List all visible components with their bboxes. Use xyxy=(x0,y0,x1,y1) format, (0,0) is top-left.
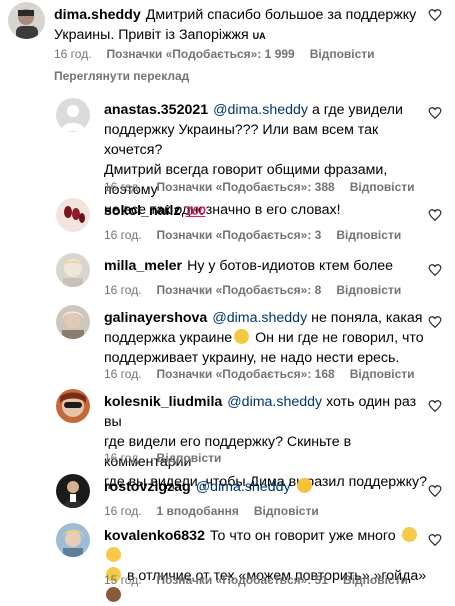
emoji-icon xyxy=(234,329,250,344)
poop-emoji-icon xyxy=(106,587,121,602)
avatar[interactable] xyxy=(8,2,45,39)
username[interactable]: sokol_nailz xyxy=(104,203,180,219)
comment-meta: 16 год. Позначки «Подобається»: 3 Відповіс… xyxy=(104,228,416,242)
reply-button[interactable]: Відповісти xyxy=(350,180,415,194)
comment-text: galinayershova @dima.sheddy не поняла, ка… xyxy=(104,310,424,366)
username[interactable]: anastas.352021 xyxy=(104,102,208,118)
flag-label: UA xyxy=(252,31,266,41)
mention-link[interactable]: @dima.sheddy xyxy=(213,102,308,118)
top-comment: dima.sheddy Дмитрий спасибо большое за по… xyxy=(0,0,455,86)
comment-meta: 15 год. Позначки «Подобається»: 51 Відпові… xyxy=(104,573,423,587)
comment-meta: 16 год. Відповісти xyxy=(104,451,236,465)
like-heart-icon[interactable] xyxy=(428,484,442,498)
mention-link[interactable]: @dima.sheddy xyxy=(212,310,307,326)
comment-text: milla_meler Ну у ботов-идиотов ктем более xyxy=(104,258,394,274)
likes-count[interactable]: Позначки «Подобається»: 3 xyxy=(157,228,322,242)
username[interactable]: milla_meler xyxy=(104,258,182,274)
username[interactable]: kolesnik_liudmila xyxy=(104,394,222,410)
mention-link[interactable]: @dima.sheddy xyxy=(196,479,291,495)
avatar[interactable] xyxy=(56,389,90,423)
avatar[interactable] xyxy=(56,523,90,557)
comment-meta: 16 год. Позначки «Подобається»: 388 Відпов… xyxy=(104,180,430,194)
avatar[interactable] xyxy=(56,474,90,508)
timestamp[interactable]: 16 год. xyxy=(104,228,142,242)
reply-button[interactable]: Відповісти xyxy=(254,504,319,518)
like-heart-icon[interactable] xyxy=(428,533,442,547)
username[interactable]: dima.sheddy xyxy=(54,7,141,23)
reply-button[interactable]: Відповісти xyxy=(157,451,222,465)
timestamp[interactable]: 16 год. xyxy=(104,504,142,518)
likes-count[interactable]: Позначки «Подобається»: 1 999 xyxy=(107,47,295,61)
comment-meta: 16 год. Позначки «Подобається»: 168 Відпов… xyxy=(104,367,430,381)
like-heart-icon[interactable] xyxy=(428,263,442,277)
avatar[interactable] xyxy=(56,198,90,232)
comment-text: dima.sheddy Дмитрий спасибо большое за по… xyxy=(54,7,417,43)
like-heart-icon[interactable] xyxy=(428,315,442,329)
timestamp[interactable]: 16 год. xyxy=(104,367,142,381)
hundred-points-icon: 100 xyxy=(185,204,206,218)
like-heart-icon[interactable] xyxy=(428,399,442,413)
laughing-emoji-icon xyxy=(296,478,312,493)
likes-count[interactable]: Позначки «Подобається»: 51 xyxy=(157,573,328,587)
reply-button[interactable]: Відповісти xyxy=(350,367,415,381)
username[interactable]: rostovzigzag xyxy=(104,479,191,495)
translate-link[interactable]: Переглянути переклад xyxy=(54,69,189,83)
comment-meta: 16 год. 1 вподобання Відповісти xyxy=(104,504,334,518)
reply-button[interactable]: Відповісти xyxy=(336,228,401,242)
likes-count[interactable]: Позначки «Подобається»: 168 xyxy=(157,367,335,381)
comment-meta: 16 год. Позначки «Подобається»: 1 999 Відп… xyxy=(54,47,390,61)
comment-text: sokol_nailz 100 xyxy=(104,201,434,221)
likes-count[interactable]: Позначки «Подобається»: 388 xyxy=(157,180,335,194)
comment-text: rostovzigzag @dima.sheddy xyxy=(104,477,434,497)
avatar[interactable] xyxy=(56,253,90,287)
like-heart-icon[interactable] xyxy=(428,208,442,222)
comment-meta: 16 год. Позначки «Подобається»: 8 Відповіс… xyxy=(104,283,416,297)
mention-link[interactable]: @dima.sheddy xyxy=(227,394,322,410)
avatar[interactable] xyxy=(56,305,90,339)
timestamp[interactable]: 16 год. xyxy=(104,451,142,465)
likes-count[interactable]: 1 вподобання xyxy=(157,504,239,518)
comment-text: kovalenko6832 То что он говорит уже много… xyxy=(104,526,434,606)
timestamp[interactable]: 16 год. xyxy=(54,47,92,61)
reply-button[interactable]: Відповісти xyxy=(336,283,401,297)
reply-button[interactable]: Відповісти xyxy=(343,573,408,587)
reply-button[interactable]: Відповісти xyxy=(310,47,375,61)
timestamp[interactable]: 16 год. xyxy=(104,180,142,194)
timestamp[interactable]: 16 год. xyxy=(104,283,142,297)
like-heart-icon[interactable] xyxy=(428,106,442,120)
timestamp[interactable]: 15 год. xyxy=(104,573,142,587)
like-heart-icon[interactable] xyxy=(428,8,442,22)
likes-count[interactable]: Позначки «Подобається»: 8 xyxy=(157,283,322,297)
username[interactable]: kovalenko6832 xyxy=(104,528,205,544)
username[interactable]: galinayershova xyxy=(104,310,207,326)
clapping-hands-icon xyxy=(106,547,121,562)
clapping-hands-icon xyxy=(401,527,417,542)
avatar[interactable] xyxy=(56,98,90,132)
